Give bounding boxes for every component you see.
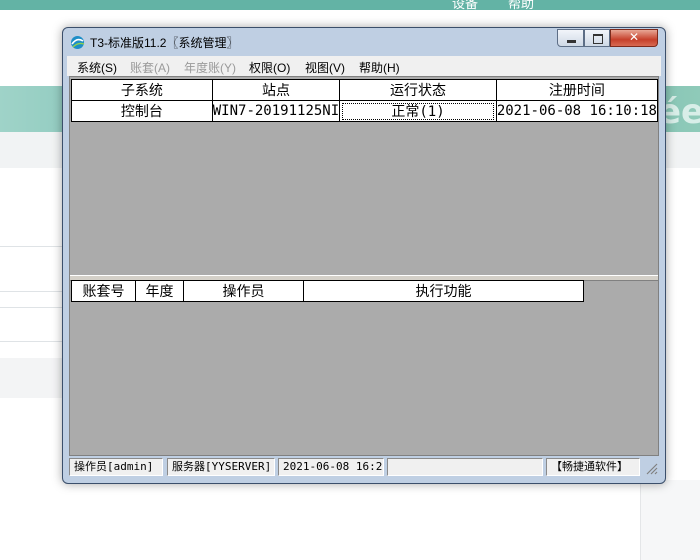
resize-grip-icon[interactable]	[644, 461, 658, 475]
status-empty-panel	[387, 458, 543, 476]
column-header[interactable]: 运行状态	[339, 79, 497, 101]
status-datetime: 2021-06-08 16:27	[278, 458, 384, 476]
status-operator: 操作员[admin]	[69, 458, 163, 476]
menu-annual-account[interactable]: 年度账(Y)	[184, 59, 236, 76]
task-table: 账套号 年度 操作员 执行功能	[71, 280, 584, 302]
table-header-row: 子系统 站点 运行状态 注册时间	[71, 79, 659, 101]
table-cell[interactable]: 正常(1)	[339, 100, 497, 122]
background-panel	[640, 480, 700, 560]
status-server: 服务器[YYSERVER]	[167, 458, 275, 476]
minimize-button[interactable]	[557, 29, 584, 47]
table-cell[interactable]: WIN7-20191125NI	[211, 100, 341, 122]
background-top-bar	[0, 0, 700, 10]
client-area: 子系统 站点 运行状态 注册时间 控制台 WIN7-20191125NI 正常(…	[69, 76, 659, 456]
background-link-device[interactable]: 设备	[452, 0, 478, 12]
app-logo-icon	[71, 36, 85, 49]
status-brand: 【畅捷通软件】	[546, 458, 640, 476]
column-header[interactable]: 账套号	[71, 280, 136, 302]
table-cell[interactable]: 2021-06-08 16:10:18	[495, 100, 659, 122]
subsystem-table: 子系统 站点 运行状态 注册时间 控制台 WIN7-20191125NI 正常(…	[71, 79, 659, 122]
table-cell[interactable]: 控制台	[71, 100, 213, 122]
column-header[interactable]: 子系统	[71, 79, 213, 101]
menu-view[interactable]: 视图(V)	[305, 59, 345, 76]
menu-help[interactable]: 帮助(H)	[359, 59, 400, 76]
column-header[interactable]: 年度	[135, 280, 184, 302]
close-button[interactable]: ✕	[610, 29, 658, 47]
menu-account-set[interactable]: 账套(A)	[130, 59, 170, 76]
status-bar: 操作员[admin] 服务器[YYSERVER] 2021-06-08 16:2…	[69, 457, 659, 477]
column-header[interactable]: 站点	[211, 79, 341, 101]
minimize-icon	[567, 40, 576, 43]
title-bar[interactable]: T3-标准版11.2〖系统管理〗 ✕	[63, 28, 665, 56]
window-title: T3-标准版11.2〖系统管理〗	[90, 36, 239, 50]
column-header[interactable]: 执行功能	[303, 280, 584, 302]
column-header[interactable]: 操作员	[183, 280, 304, 302]
close-icon: ✕	[628, 30, 640, 44]
maximize-icon	[593, 34, 603, 44]
background-link-help[interactable]: 帮助	[508, 0, 534, 12]
menu-permission[interactable]: 权限(O)	[249, 59, 290, 76]
maximize-button[interactable]	[584, 29, 610, 47]
table-row[interactable]: 控制台 WIN7-20191125NI 正常(1) 2021-06-08 16:…	[71, 100, 659, 122]
table-header-row: 账套号 年度 操作员 执行功能	[71, 280, 584, 302]
column-header[interactable]: 注册时间	[495, 79, 659, 101]
menu-bar: 系统(S) 账套(A) 年度账(Y) 权限(O) 视图(V) 帮助(H)	[67, 56, 661, 76]
menu-system[interactable]: 系统(S)	[77, 59, 117, 76]
system-management-window: T3-标准版11.2〖系统管理〗 ✕ 系统(S) 账套(A) 年度账(Y) 权限…	[62, 27, 666, 484]
